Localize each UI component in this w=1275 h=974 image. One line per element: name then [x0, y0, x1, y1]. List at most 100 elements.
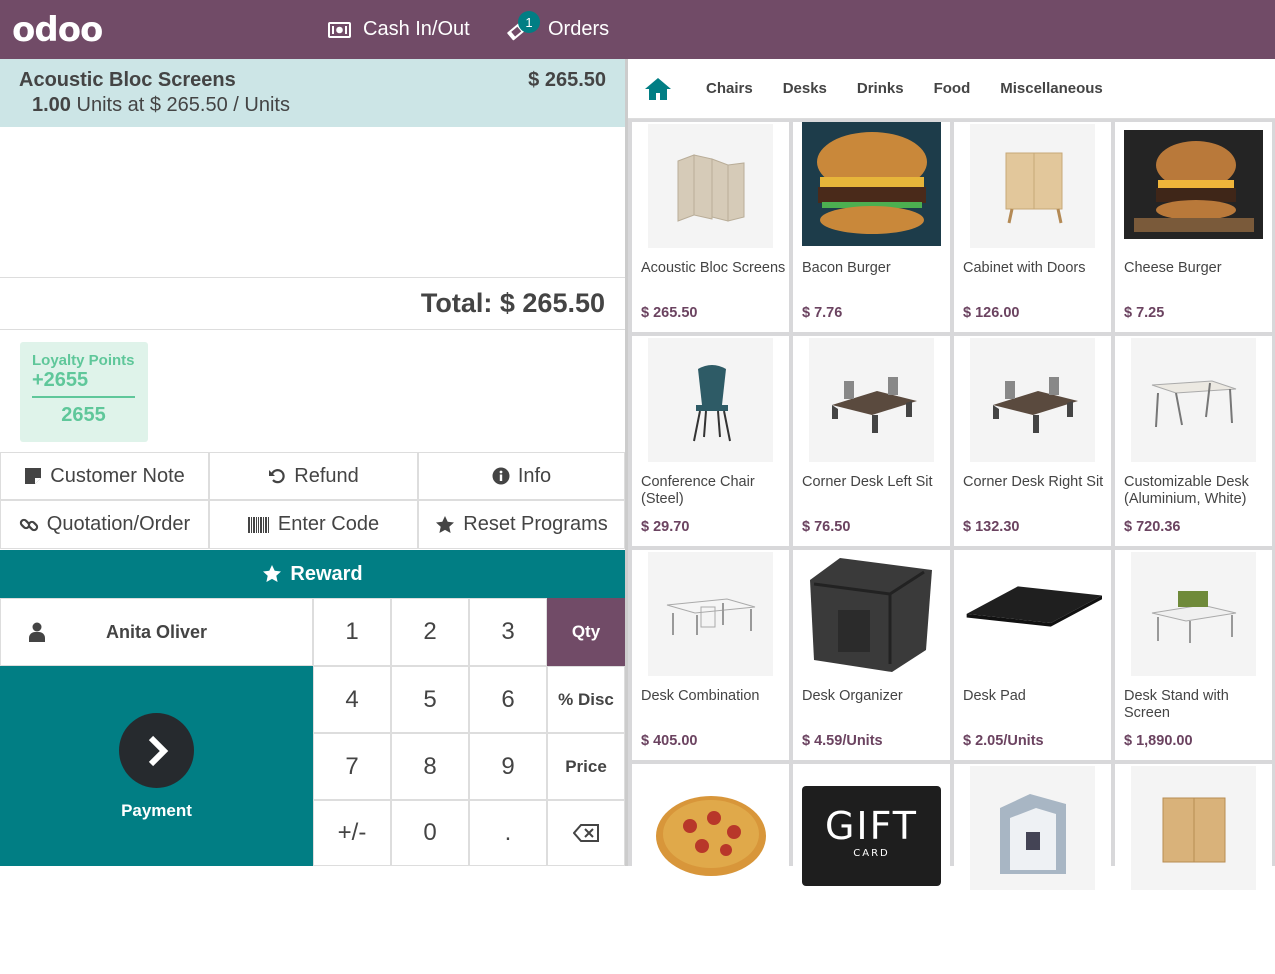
- product-name: Customizable Desk (Aluminium, White): [1124, 474, 1249, 507]
- product-card[interactable]: GIFT CARD: [793, 764, 950, 974]
- numpad-discount-mode[interactable]: % Disc: [547, 666, 625, 733]
- info-button[interactable]: Info: [418, 452, 625, 500]
- reset-programs-button[interactable]: Reset Programs: [418, 500, 625, 549]
- numpad-2[interactable]: 2: [391, 598, 469, 666]
- product-price: $ 29.70: [641, 519, 690, 535]
- numpad-decimal[interactable]: .: [469, 800, 547, 866]
- order-line-info: 1.00 Units at $ 265.50 / Units: [32, 94, 606, 117]
- sticky-note-icon: [25, 468, 42, 484]
- product-card[interactable]: [1115, 764, 1272, 974]
- numpad-backspace[interactable]: [547, 800, 625, 866]
- orders-count-badge: 1: [518, 11, 540, 33]
- category-drinks[interactable]: Drinks: [857, 80, 904, 97]
- product-price: $ 132.30: [963, 519, 1020, 535]
- product-name: Cheese Burger: [1124, 260, 1222, 276]
- loyalty-title: Loyalty Points: [32, 352, 135, 369]
- product-image: [648, 338, 773, 462]
- product-price: $ 4.59/Units: [802, 733, 883, 749]
- product-card[interactable]: Bacon Burger $ 7.76: [793, 122, 950, 332]
- backspace-icon: [573, 824, 599, 842]
- product-card[interactable]: Corner Desk Left Sit $ 76.50: [793, 336, 950, 546]
- product-image: [970, 766, 1095, 890]
- product-card[interactable]: Desk Combination $ 405.00: [632, 550, 789, 760]
- product-card[interactable]: Conference Chair (Steel) $ 29.70: [632, 336, 789, 546]
- product-name: Corner Desk Left Sit: [802, 474, 933, 490]
- customer-button[interactable]: Anita Oliver: [0, 598, 313, 666]
- numpad-8[interactable]: 8: [391, 733, 469, 800]
- customer-name: Anita Oliver: [105, 621, 208, 642]
- order-line-qty: 1.00: [32, 94, 71, 116]
- category-chairs[interactable]: Chairs: [706, 80, 753, 97]
- refund-button[interactable]: Refund: [209, 452, 418, 500]
- order-line[interactable]: Acoustic Bloc Screens $ 265.50 1.00 Unit…: [0, 59, 625, 127]
- product-card[interactable]: Acoustic Bloc Screens $ 265.50: [632, 122, 789, 332]
- quotation-order-button[interactable]: Quotation/Order: [0, 500, 209, 549]
- product-image: [648, 766, 773, 890]
- product-name: Acoustic Bloc Screens: [641, 260, 786, 276]
- product-price: $ 405.00: [641, 733, 698, 749]
- product-card[interactable]: Customizable Desk (Aluminium, White) $ 7…: [1115, 336, 1272, 546]
- quotation-order-label: Quotation/Order: [46, 513, 191, 535]
- refund-label: Refund: [294, 464, 359, 487]
- reward-label: Reward: [290, 562, 363, 585]
- product-price: $ 1,890.00: [1124, 733, 1193, 749]
- category-desks[interactable]: Desks: [783, 80, 827, 97]
- enter-code-button[interactable]: Enter Code: [209, 500, 418, 549]
- numpad-6[interactable]: 6: [469, 666, 547, 733]
- payment-button[interactable]: Payment: [0, 666, 313, 866]
- info-label: Info: [517, 464, 552, 487]
- numpad-7[interactable]: 7: [313, 733, 391, 800]
- loyalty-total: 2655: [61, 404, 106, 426]
- numpad-4[interactable]: 4: [313, 666, 391, 733]
- product-image: [648, 124, 773, 248]
- product-name: Corner Desk Right Sit: [963, 474, 1104, 490]
- order-total: Total: $ 265.50: [0, 277, 625, 330]
- product-price: $ 7.76: [802, 305, 843, 321]
- odoo-logo: odoo: [12, 10, 103, 50]
- orders-icon-wrap: 1: [506, 0, 540, 59]
- customer-note-button[interactable]: Customer Note: [0, 452, 209, 500]
- product-name: Desk Stand with Screen: [1124, 688, 1229, 721]
- money-icon: [328, 21, 351, 38]
- product-name: Desk Pad: [963, 688, 1026, 704]
- product-card[interactable]: Desk Organizer $ 4.59/Units: [793, 550, 950, 760]
- numpad-9[interactable]: 9: [469, 733, 547, 800]
- category-bar: Chairs Desks Drinks Food Miscellaneous: [628, 59, 1275, 119]
- numpad-qty-mode[interactable]: Qty: [547, 598, 625, 666]
- gift-card-image: GIFT CARD: [802, 786, 941, 886]
- product-image: [1131, 552, 1256, 676]
- gift-card-small-text: CARD: [853, 848, 890, 859]
- product-image: [1131, 766, 1256, 890]
- user-icon: [29, 622, 45, 642]
- product-card[interactable]: Desk Pad $ 2.05/Units: [954, 550, 1111, 760]
- numpad-1[interactable]: 1: [313, 598, 391, 666]
- numpad-3[interactable]: 3: [469, 598, 547, 666]
- category-food[interactable]: Food: [934, 80, 971, 97]
- payment-label: Payment: [121, 801, 192, 820]
- gift-card-big-text: GIFT: [824, 804, 919, 848]
- enter-code-label: Enter Code: [277, 513, 380, 535]
- numpad-0[interactable]: 0: [391, 800, 469, 866]
- product-name: Cabinet with Doors: [963, 260, 1086, 276]
- loyalty-points-box: Loyalty Points +2655 2655: [20, 342, 148, 442]
- category-miscellaneous[interactable]: Miscellaneous: [1000, 80, 1103, 97]
- home-icon[interactable]: [644, 77, 672, 101]
- product-card[interactable]: Desk Stand with Screen $ 1,890.00: [1115, 550, 1272, 760]
- numpad-price-mode[interactable]: Price: [547, 733, 625, 800]
- product-card[interactable]: Cheese Burger $ 7.25: [1115, 122, 1272, 332]
- product-image: [809, 338, 934, 462]
- numpad-plus-minus[interactable]: +/-: [313, 800, 391, 866]
- order-pane: Acoustic Bloc Screens $ 265.50 1.00 Unit…: [0, 59, 625, 866]
- numpad: 1 2 3 Qty 4 5 6 % Disc 7 8 9 Price +/- 0…: [313, 598, 625, 866]
- product-card[interactable]: Corner Desk Right Sit $ 132.30: [954, 336, 1111, 546]
- orders-button[interactable]: 1 Orders: [506, 0, 609, 59]
- link-icon: [19, 518, 38, 531]
- product-image: [970, 124, 1095, 248]
- product-name: Desk Organizer: [802, 688, 903, 704]
- product-card[interactable]: [954, 764, 1111, 974]
- cash-in-out-button[interactable]: Cash In/Out: [328, 0, 470, 59]
- product-card[interactable]: Cabinet with Doors $ 126.00: [954, 122, 1111, 332]
- numpad-5[interactable]: 5: [391, 666, 469, 733]
- reward-button[interactable]: Reward: [0, 550, 625, 598]
- product-card[interactable]: [632, 764, 789, 974]
